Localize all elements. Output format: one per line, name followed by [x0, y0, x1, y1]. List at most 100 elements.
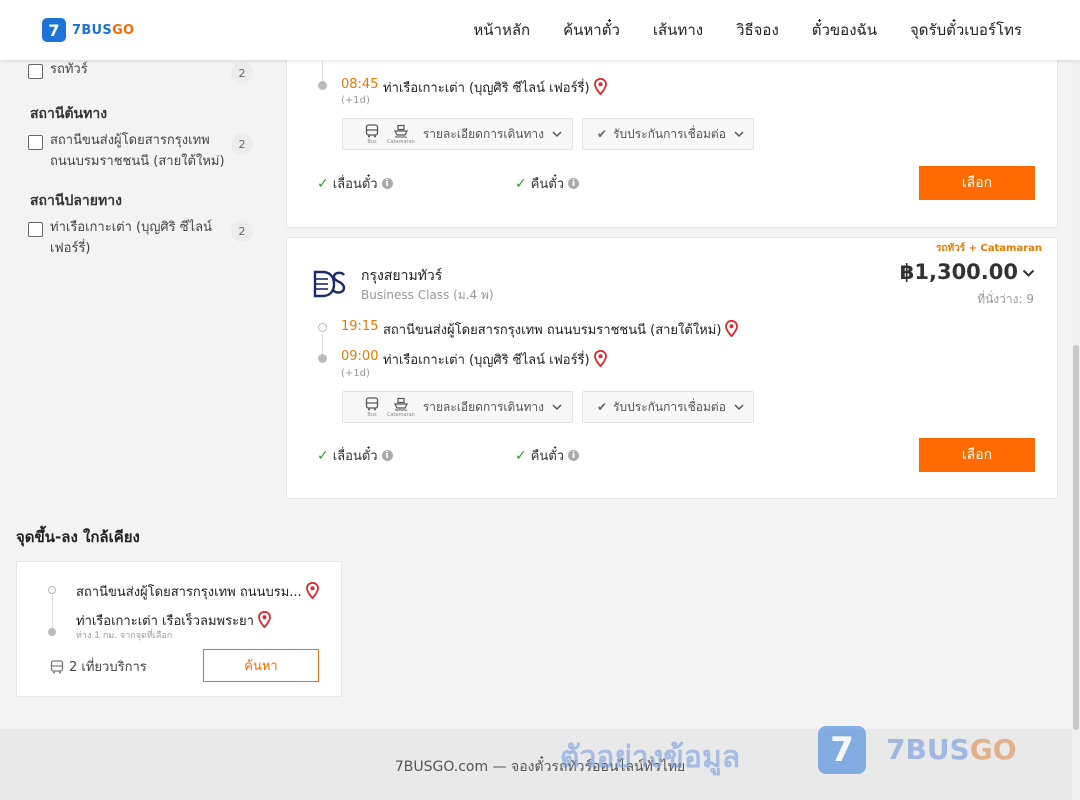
- trip-details-button[interactable]: Bus Catamaran รายละเอียดการเดินทาง: [342, 391, 573, 423]
- chevron-down-icon: [552, 400, 562, 414]
- connection-guarantee-label: รับประกันการเชื่อมต่อ: [613, 126, 726, 141]
- trip-details-button[interactable]: Bus Catamaran รายละเอียดการเดินทาง: [342, 118, 573, 150]
- chevron-down-icon: [1022, 263, 1035, 282]
- arrive-stop[interactable]: ท่าเรือเกาะเต่า (บุญศิริ ซีไลน์ เฟอร์รี่…: [383, 349, 607, 370]
- refund-feature[interactable]: ✓ คืนตั๋ว i: [515, 445, 580, 466]
- ferry-icon: Catamaran: [387, 397, 415, 418]
- info-icon[interactable]: i: [568, 450, 580, 461]
- connection-guarantee-label: รับประกันการเชื่อมต่อ: [613, 399, 726, 414]
- destination-station-heading: สถานีปลายทาง: [30, 193, 122, 209]
- nav-my-tickets[interactable]: ตั๋วของฉัน: [812, 18, 877, 42]
- service-class: Business Class (ม.4 พ): [361, 288, 494, 302]
- boat-label: Catamaran: [387, 411, 415, 418]
- nearby-search-button[interactable]: ค้นหา: [203, 649, 319, 682]
- logo-mark: 7: [42, 18, 66, 42]
- next-day-note: (+1d): [341, 368, 370, 379]
- scrollbar-thumb[interactable]: [1073, 345, 1079, 730]
- operator-name: กรุงสยามทัวร์: [361, 268, 443, 284]
- info-icon[interactable]: i: [381, 178, 393, 189]
- route-line: [322, 61, 323, 83]
- nearby-to-stop-name: ท่าเรือเกาะเต่า เรือเร็วลมพระยา: [76, 614, 254, 629]
- trip-details-label: รายละเอียดการเดินทาง: [422, 126, 545, 141]
- reschedule-label: เลื่อนตั๋ว: [332, 449, 378, 464]
- bus-label: Bus: [367, 411, 377, 418]
- depart-stop-name: สถานีขนส่งผู้โดยสารกรุงเทพ ถนนบรมราชชนนี…: [383, 323, 722, 338]
- filter-destination[interactable]: ท่าเรือเกาะเต่า (บุญศิริ ซีไลน์ เฟอร์รี่…: [28, 220, 253, 259]
- logo-text-part1: 7BUS: [72, 22, 113, 38]
- origin-station-heading: สถานีต้นทาง: [30, 106, 108, 122]
- check-icon: ✔: [597, 400, 608, 414]
- top-header: 7 7BUSGO หน้าหลัก ค้นหาตั๋ว เส้นทาง วิธี…: [0, 0, 1080, 60]
- arrive-stop-name: ท่าเรือเกาะเต่า (บุญศิริ ซีไลน์ เฟอร์รี่…: [383, 81, 590, 96]
- check-icon: ✓: [317, 447, 329, 464]
- map-pin-icon[interactable]: [593, 350, 607, 367]
- check-icon: ✓: [515, 175, 527, 192]
- info-icon[interactable]: i: [568, 178, 580, 189]
- brand-logo[interactable]: 7 7BUSGO: [42, 18, 134, 42]
- filter-destination-label: ท่าเรือเกาะเต่า (บุญศิริ ซีไลน์ เฟอร์รี่…: [50, 220, 212, 256]
- nearby-from-stop[interactable]: สถานีขนส่งผู้โดยสารกรุงเทพ ถนนบรม...: [76, 581, 319, 602]
- chevron-down-icon: [734, 127, 744, 141]
- trip-count-label: 2 เที่ยวบริการ: [69, 660, 147, 675]
- boat-label: Catamaran: [387, 138, 415, 145]
- select-button[interactable]: เลือก: [919, 166, 1035, 200]
- ferry-icon: Catamaran: [387, 124, 415, 145]
- map-pin-icon[interactable]: [593, 78, 607, 95]
- trip-details-label: รายละเอียดการเดินทาง: [422, 399, 545, 414]
- arrive-dot: [318, 354, 327, 363]
- reschedule-feature[interactable]: ✓ เลื่อนตั๋ว i: [317, 173, 393, 194]
- arrive-stop-name: ท่าเรือเกาะเต่า (บุญศิริ ซีไลน์ เฟอร์รี่…: [383, 353, 590, 368]
- chevron-down-icon: [552, 127, 562, 141]
- arrive-time: 08:45: [341, 77, 379, 92]
- main-nav: หน้าหลัก ค้นหาตั๋ว เส้นทาง วิธีจอง ตั๋วข…: [473, 0, 1022, 60]
- depart-dot: [318, 323, 327, 332]
- refund-label: คืนตั๋ว: [530, 177, 565, 192]
- nearby-from-stop-name: สถานีขนส่งผู้โดยสารกรุงเทพ ถนนบรม...: [76, 585, 302, 600]
- transport-icons: Bus Catamaran: [365, 123, 423, 145]
- watermark-brand-part1: 7BUS: [886, 733, 970, 766]
- nav-ticket-pickup[interactable]: จุดรับตั๋วเบอร์โทร: [910, 18, 1022, 42]
- price-toggle[interactable]: ฿1,300.00: [900, 260, 1035, 284]
- connection-guarantee-button[interactable]: ✔ รับประกันการเชื่อมต่อ: [582, 118, 754, 150]
- distance-note: ห่าง 1 กม. จากจุดที่เลือก: [76, 631, 173, 641]
- check-icon: ✓: [515, 447, 527, 464]
- refund-label: คืนตั๋ว: [530, 449, 565, 464]
- connection-guarantee-button[interactable]: ✔ รับประกันการเชื่อมต่อ: [582, 391, 754, 423]
- filter-origin-count: 2: [231, 133, 253, 155]
- transport-tag: รถทัวร์ + Catamaran: [936, 243, 1042, 254]
- info-icon[interactable]: i: [381, 450, 393, 461]
- trip-count: 2 เที่ยวบริการ: [50, 656, 147, 677]
- nav-how-to-book[interactable]: วิธีจอง: [736, 18, 779, 42]
- chevron-down-icon: [734, 400, 744, 414]
- filter-destination-count: 2: [231, 220, 253, 242]
- filter-origin[interactable]: สถานีขนส่งผู้โดยสารกรุงเทพ ถนนบรมราชชนนี…: [28, 133, 253, 172]
- trip-card-2: รถทัวร์ + Catamaran กรุงสยามทัวร์ Busine…: [286, 237, 1058, 499]
- check-icon: ✓: [317, 175, 329, 192]
- route-line: [52, 595, 53, 628]
- nav-routes[interactable]: เส้นทาง: [653, 18, 703, 42]
- map-pin-icon[interactable]: [305, 582, 319, 599]
- filter-tour-bus-checkbox[interactable]: [28, 64, 43, 79]
- filter-destination-checkbox[interactable]: [28, 222, 43, 237]
- nav-home[interactable]: หน้าหลัก: [473, 18, 530, 42]
- depart-stop[interactable]: สถานีขนส่งผู้โดยสารกรุงเทพ ถนนบรมราชชนนี…: [383, 319, 739, 340]
- logo-text-part2: GO: [112, 22, 135, 38]
- filter-tour-bus[interactable]: รถทัวร์ 2: [28, 62, 253, 84]
- map-pin-icon[interactable]: [258, 611, 271, 628]
- to-dot: [48, 628, 56, 636]
- arrive-stop[interactable]: ท่าเรือเกาะเต่า (บุญศิริ ซีไลน์ เฟอร์รี่…: [383, 77, 607, 98]
- from-dot: [48, 586, 56, 594]
- watermark-logo-icon: 7: [818, 726, 866, 774]
- trip-card-1: 08:45 ท่าเรือเกาะเต่า (บุญศิริ ซีไลน์ เฟ…: [286, 40, 1058, 228]
- filter-origin-checkbox[interactable]: [28, 135, 43, 150]
- select-button[interactable]: เลือก: [919, 438, 1035, 472]
- nav-search-tickets[interactable]: ค้นหาตั๋ว: [563, 18, 620, 42]
- logo-text: 7BUSGO: [72, 23, 134, 38]
- reschedule-feature[interactable]: ✓ เลื่อนตั๋ว i: [317, 445, 393, 466]
- map-pin-icon[interactable]: [725, 320, 739, 337]
- bus-icon: Bus: [365, 396, 379, 418]
- refund-feature[interactable]: ✓ คืนตั๋ว i: [515, 173, 580, 194]
- arrive-time: 09:00: [341, 349, 379, 364]
- route-line: [322, 333, 323, 354]
- watermark-brand: 7BUSGO: [886, 733, 1017, 766]
